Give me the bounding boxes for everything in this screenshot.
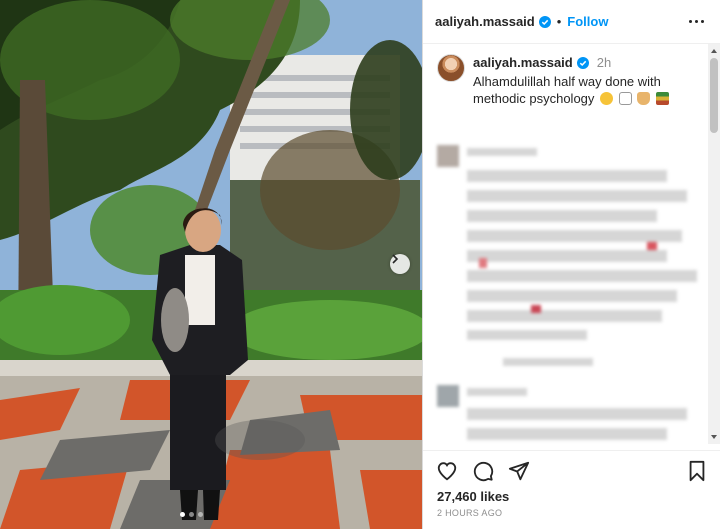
chevron-right-icon	[392, 254, 399, 264]
paper-plane-icon[interactable]	[507, 459, 531, 483]
caption-time: 2h	[596, 55, 612, 70]
follow-button[interactable]: Follow	[567, 14, 608, 29]
post-timestamp[interactable]: 2 HOURS AGO	[423, 504, 720, 518]
heart-icon[interactable]	[435, 459, 459, 483]
carousel-dot	[198, 512, 203, 517]
bookmark-icon[interactable]	[685, 459, 709, 483]
post-sidebar: aaliyah.massaid • Follow aaliyah.massaid	[422, 0, 720, 529]
scrollbar-thumb[interactable]	[710, 58, 718, 133]
comments-scrollbar[interactable]	[708, 44, 720, 444]
like-count[interactable]: 27,460 likes	[423, 483, 720, 504]
scroll-up-icon[interactable]	[710, 47, 718, 55]
comment-bubble-icon[interactable]	[471, 459, 495, 483]
carousel-indicator	[180, 512, 203, 517]
verified-badge-icon	[576, 56, 589, 69]
carousel-next-button[interactable]	[390, 254, 410, 274]
separator: •	[556, 14, 562, 29]
caption-username[interactable]: aaliyah.massaid	[473, 54, 573, 71]
carousel-dot	[189, 512, 194, 517]
caption-text-wrap: Alhamdulillah half way done with methodi…	[473, 73, 707, 107]
verified-badge-icon	[538, 15, 551, 28]
more-options-icon[interactable]	[685, 16, 708, 27]
fist-bump-emoji	[618, 92, 632, 105]
post-photo[interactable]	[0, 0, 422, 529]
photo-scene	[0, 0, 422, 529]
header-username[interactable]: aaliyah.massaid	[435, 14, 535, 29]
post-actions: 27,460 likes 2 HOURS AGO	[423, 450, 720, 529]
folded-hands-emoji	[637, 92, 651, 105]
blurred-comments	[423, 130, 709, 450]
post-header: aaliyah.massaid • Follow	[423, 0, 720, 44]
carousel-dot	[180, 512, 185, 517]
caption-text: Alhamdulillah half way done with methodi…	[473, 74, 661, 106]
hushed-face-emoji	[600, 92, 614, 105]
caption: aaliyah.massaid 2h Alhamdulillah half wa…	[437, 54, 707, 107]
books-emoji	[655, 92, 669, 105]
scroll-down-icon[interactable]	[710, 433, 718, 441]
avatar[interactable]	[437, 54, 465, 82]
